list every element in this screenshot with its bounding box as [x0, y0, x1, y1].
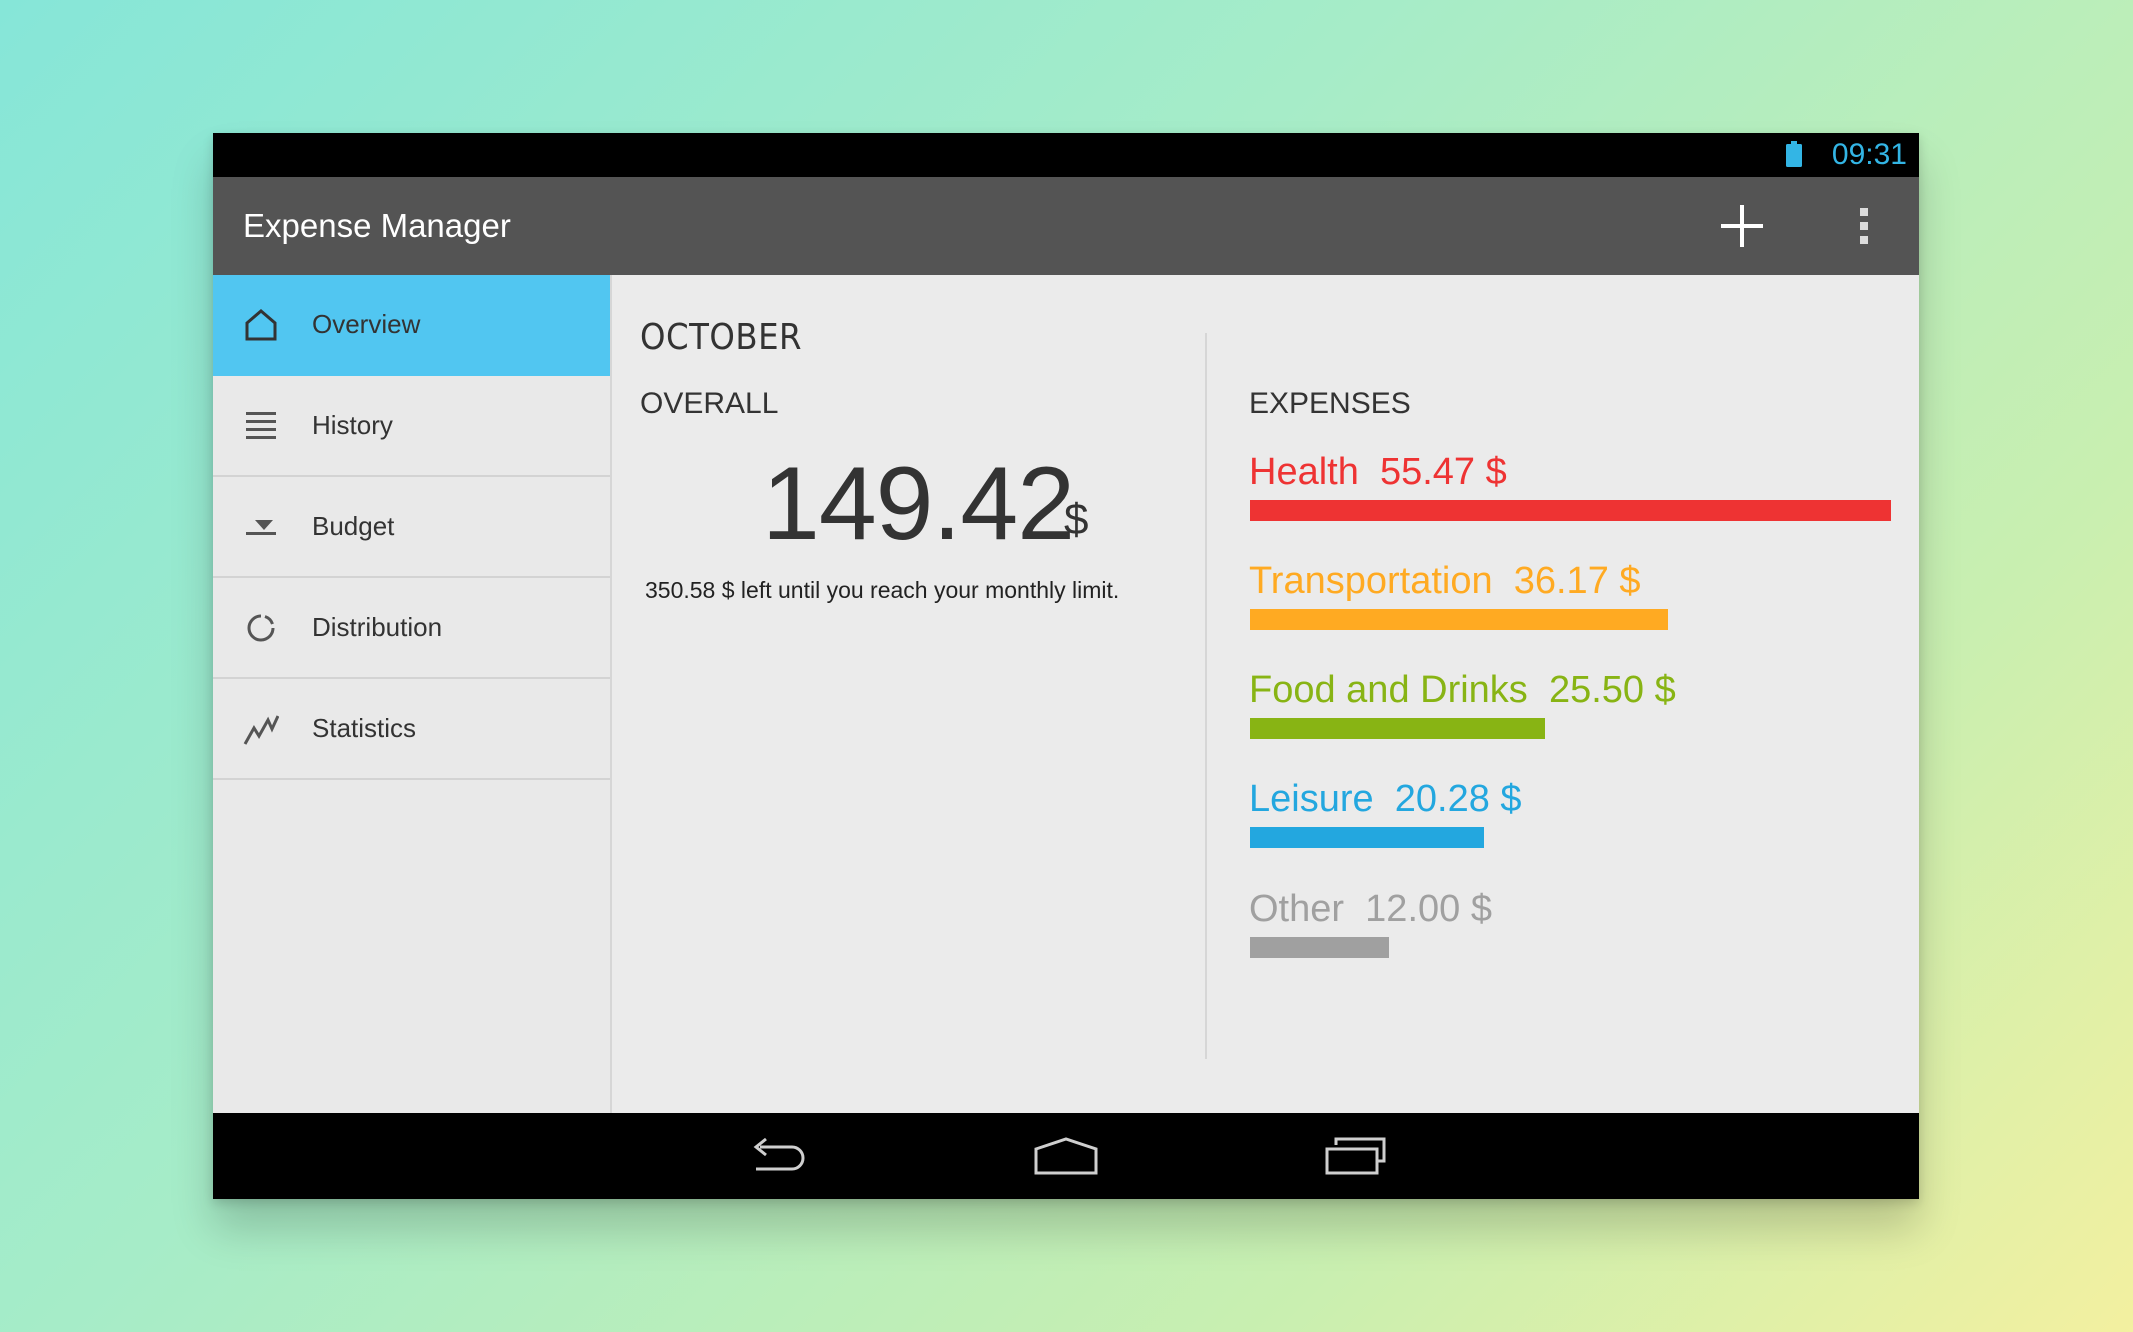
expense-label: Leisure 20.28 $ — [1249, 778, 1522, 821]
home-nav-icon — [1034, 1137, 1098, 1175]
expense-category: Health — [1249, 451, 1359, 493]
distribution-icon — [247, 614, 275, 642]
expense-bar — [1250, 718, 1545, 739]
more-vertical-icon — [1860, 208, 1868, 244]
overflow-menu-button[interactable] — [1849, 199, 1879, 253]
expense-bar — [1250, 500, 1891, 521]
expense-bar — [1250, 937, 1389, 958]
back-button[interactable] — [746, 1135, 806, 1179]
budget-icon — [246, 520, 276, 535]
overall-amount: 149.42 — [762, 446, 1075, 562]
sidebar-item-distribution[interactable]: Distribution — [213, 578, 610, 679]
monthly-limit-text: 350.58 $ left until you reach your month… — [645, 577, 1120, 603]
tablet-screen: 09:31 Expense Manager Overview History B… — [213, 133, 1919, 1199]
system-navigation-bar — [213, 1113, 1919, 1199]
expense-label: Food and Drinks 25.50 $ — [1249, 669, 1676, 712]
expense-category: Food and Drinks — [1249, 669, 1528, 711]
expense-category: Other — [1249, 888, 1345, 930]
expense-amount: 25.50 $ — [1548, 669, 1676, 711]
expense-amount: 55.47 $ — [1379, 451, 1507, 493]
expense-bar — [1250, 827, 1484, 848]
month-title: OCTOBER — [640, 317, 803, 358]
sidebar-item-statistics[interactable]: Statistics — [213, 679, 610, 780]
status-bar: 09:31 — [213, 133, 1919, 177]
battery-icon — [1786, 141, 1802, 167]
expense-amount: 12.00 $ — [1365, 888, 1492, 930]
sidebar-item-label: Statistics — [312, 713, 417, 743]
plus-icon — [1721, 205, 1763, 247]
sidebar-item-label: History — [312, 410, 393, 440]
home-button[interactable] — [1033, 1135, 1099, 1179]
home-icon — [245, 309, 277, 341]
sidebar-item-budget[interactable]: Budget — [213, 477, 610, 578]
navigation-drawer: Overview History Budget Distribution Sta… — [213, 275, 612, 1113]
expense-category: Leisure — [1249, 778, 1374, 820]
expense-label: Health 55.47 $ — [1249, 451, 1507, 494]
expense-label: Transportation 36.17 $ — [1249, 560, 1641, 603]
recent-apps-icon — [1325, 1137, 1386, 1175]
statistics-icon — [243, 715, 279, 745]
expense-label: Other 12.00 $ — [1249, 888, 1492, 931]
overview-panel: OCTOBER OVERALL 149.42 $ 350.58 $ left u… — [612, 275, 1919, 1113]
expense-category: Transportation — [1249, 560, 1493, 602]
column-divider — [1205, 333, 1207, 1059]
app-title: Expense Manager — [243, 207, 511, 244]
overall-section-title: OVERALL — [640, 387, 779, 420]
action-bar: Expense Manager — [213, 177, 1919, 275]
expense-amount: 20.28 $ — [1394, 778, 1522, 820]
expenses-section-title: EXPENSES — [1249, 387, 1411, 420]
sidebar-item-label: Budget — [312, 511, 395, 541]
sidebar-item-overview[interactable]: Overview — [213, 275, 610, 376]
sidebar-item-label: Overview — [312, 309, 421, 339]
status-clock: 09:31 — [1831, 138, 1907, 171]
expense-amount: 36.17 $ — [1513, 560, 1641, 602]
sidebar-item-label: Distribution — [312, 612, 443, 642]
overall-currency: $ — [1064, 495, 1089, 544]
list-icon — [246, 412, 276, 439]
sidebar-item-history[interactable]: History — [213, 376, 610, 477]
add-expense-button[interactable] — [1715, 199, 1769, 253]
expense-bar — [1250, 609, 1668, 630]
recent-apps-button[interactable] — [1324, 1135, 1388, 1179]
back-icon — [753, 1137, 805, 1171]
